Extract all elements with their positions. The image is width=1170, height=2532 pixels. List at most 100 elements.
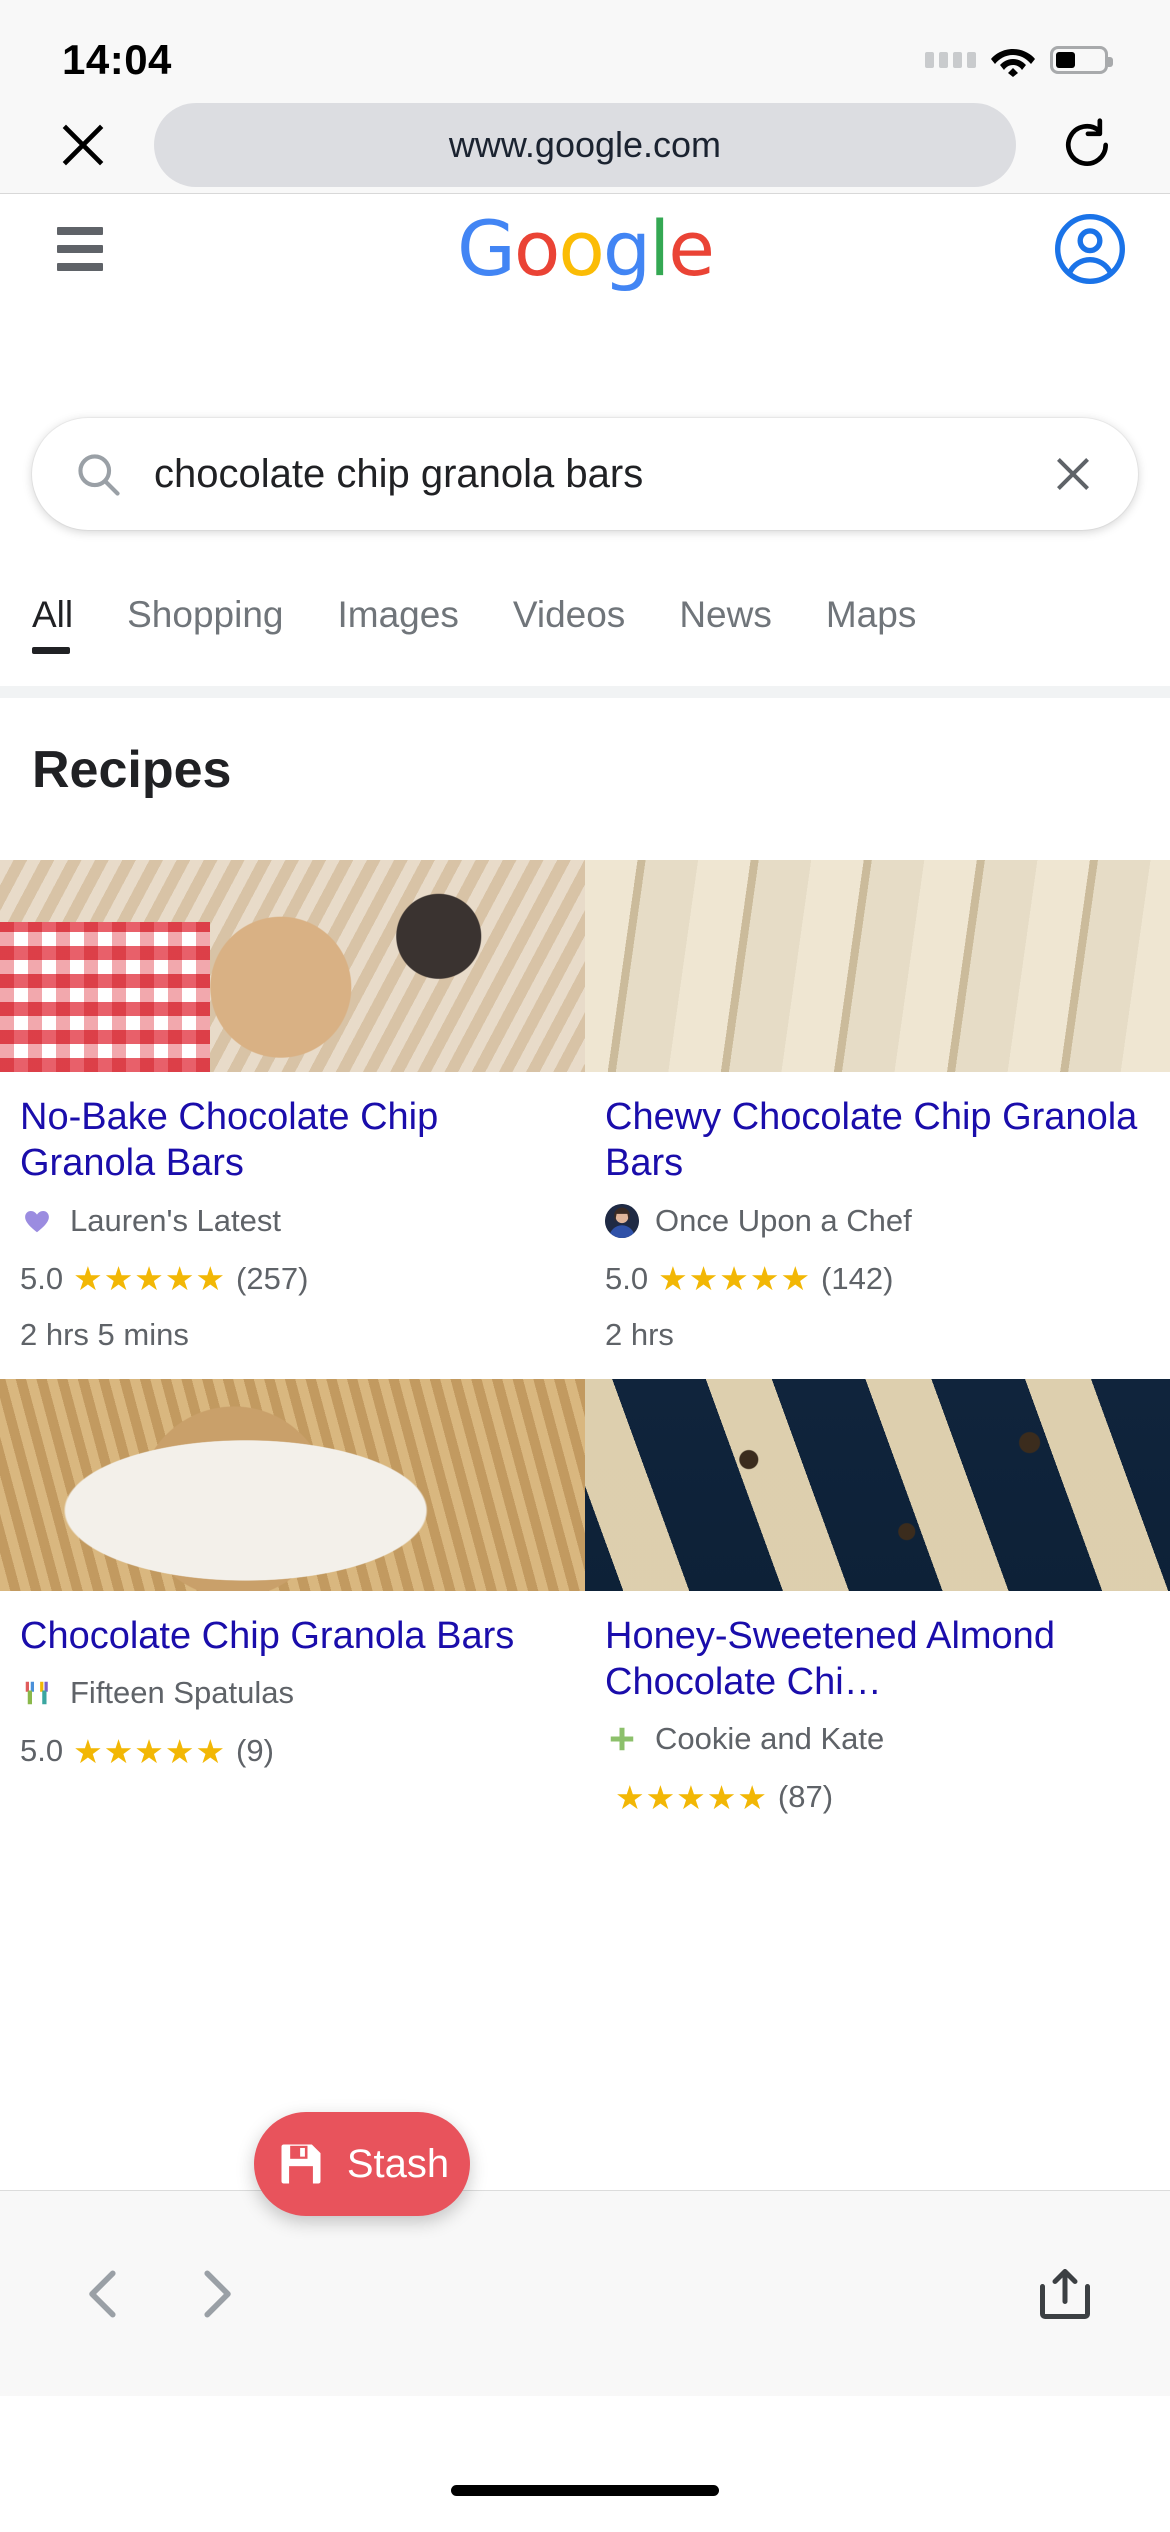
tab-maps[interactable]: Maps (826, 580, 916, 658)
star-rating-icon: ★★★★★ (615, 1778, 768, 1816)
recipe-card[interactable]: Chocolate Chip Granola Bars Fifteen Spat… (0, 1378, 585, 1842)
recipe-source: Fifteen Spatulas (20, 1675, 559, 1711)
utensils-icon (20, 1676, 54, 1710)
reload-button[interactable] (1044, 102, 1130, 188)
browser-bottom-bar (0, 2190, 1170, 2396)
recipe-title[interactable]: Honey-Sweetened Almond Chocolate Chi… (605, 1613, 1144, 1706)
battery-icon (1050, 46, 1113, 74)
tab-all[interactable]: All (32, 580, 73, 658)
rating-value: 5.0 (605, 1260, 649, 1296)
recipe-time: 2 hrs (605, 1316, 674, 1352)
wifi-icon (991, 49, 1035, 77)
mobile-browser-screen: 14:04 www.google.com G o o g l e chocola… (0, 0, 1170, 2532)
recipe-image[interactable] (585, 860, 1170, 1072)
star-rating-icon: ★★★★★ (658, 1260, 812, 1298)
chevron-right-icon (204, 2269, 231, 2318)
tab-images[interactable]: Images (338, 580, 459, 658)
tab-label: Maps (825, 594, 917, 635)
recipe-source: Lauren's Latest (20, 1203, 559, 1239)
open-external-button[interactable] (1010, 2239, 1120, 2349)
recipe-title[interactable]: Chocolate Chip Granola Bars (20, 1613, 559, 1659)
account-button[interactable] (1050, 209, 1130, 289)
hamburger-menu-icon[interactable] (40, 209, 120, 289)
open-external-icon (1040, 2268, 1090, 2319)
tab-shopping[interactable]: Shopping (127, 580, 283, 658)
back-button[interactable] (50, 2239, 160, 2349)
recipe-grid: No-Bake Chocolate Chip Granola Bars Laur… (0, 860, 1170, 1842)
logo-letter: o (558, 204, 604, 293)
recipe-source-name: Fifteen Spatulas (70, 1675, 295, 1711)
review-count: (87) (777, 1779, 834, 1815)
stash-button[interactable]: Stash (254, 2112, 470, 2216)
recipe-rating: 5.0 ★★★★★ (9) (20, 1733, 559, 1769)
recipe-card-body: No-Bake Chocolate Chip Granola Bars Laur… (0, 1072, 585, 1379)
logo-letter: g (602, 204, 651, 293)
star-rating-icon: ★★★★★ (73, 1732, 227, 1770)
recipe-source: Cookie and Kate (605, 1721, 1144, 1757)
chevron-left-icon (89, 2269, 116, 2318)
tab-videos[interactable]: Videos (513, 580, 625, 658)
purple-heart-icon (20, 1204, 54, 1238)
recipe-card-body: Honey-Sweetened Almond Chocolate Chi… Co… (585, 1591, 1170, 1842)
green-plus-icon (605, 1722, 639, 1756)
recipe-source: Once Upon a Chef (605, 1203, 1144, 1239)
forward-button[interactable] (160, 2239, 270, 2349)
recipe-source-name: Lauren's Latest (70, 1202, 282, 1238)
recipe-row: Chocolate Chip Granola Bars Fifteen Spat… (0, 1378, 1170, 1842)
tab-label: All (32, 594, 74, 635)
recipe-image[interactable] (0, 1378, 585, 1591)
tab-news[interactable]: News (679, 580, 772, 658)
browser-toolbar: www.google.com (0, 96, 1170, 194)
recipe-card-body: Chewy Chocolate Chip Granola Bars Once U… (585, 1072, 1170, 1379)
recipe-source-name: Once Upon a Chef (655, 1202, 912, 1238)
review-count: (142) (821, 1260, 894, 1296)
recipe-card[interactable]: Honey-Sweetened Almond Chocolate Chi… Co… (585, 1378, 1170, 1842)
status-bar: 14:04 (0, 0, 1170, 96)
search-icon-wrap (72, 448, 136, 500)
logo-letter: o (513, 204, 560, 293)
logo-letter: l (649, 204, 670, 293)
account-avatar-icon (1054, 214, 1125, 284)
recipe-card[interactable]: Chewy Chocolate Chip Granola Bars Once U… (585, 860, 1170, 1379)
review-count: (9) (236, 1733, 274, 1769)
search-bar[interactable]: chocolate chip granola bars (32, 418, 1138, 530)
page-title: Recipes (32, 741, 232, 799)
recipe-image[interactable] (585, 1378, 1170, 1591)
recipe-card[interactable]: No-Bake Chocolate Chip Granola Bars Laur… (0, 860, 585, 1379)
save-floppy-icon (281, 2144, 321, 2184)
tab-label: News (679, 594, 772, 635)
tab-label: Shopping (127, 594, 284, 635)
recipe-rating: 5.0 ★★★★★ (142) (605, 1261, 1144, 1297)
signal-dots-icon (925, 52, 976, 68)
recipe-card-body: Chocolate Chip Granola Bars Fifteen Spat… (0, 1591, 585, 1795)
star-rating-icon: ★★★★★ (73, 1260, 227, 1298)
url-bar[interactable]: www.google.com (154, 102, 1016, 187)
home-indicator (451, 2485, 719, 2496)
search-tabs: All Shopping Images Videos News Maps (0, 580, 1170, 688)
tabs-divider (0, 686, 1170, 698)
recipe-row: No-Bake Chocolate Chip Granola Bars Laur… (0, 860, 1170, 1379)
recipe-rating: ★★★★★ (87) (605, 1779, 1144, 1815)
review-count: (257) (236, 1260, 309, 1296)
logo-letter: G (456, 204, 516, 293)
close-icon (62, 124, 104, 165)
recipe-image[interactable] (0, 860, 585, 1072)
google-logo[interactable]: G o o g l e (456, 204, 715, 293)
close-browser-button[interactable] (40, 102, 126, 188)
google-header: G o o g l e (0, 194, 1170, 304)
recipe-title[interactable]: No-Bake Chocolate Chip Granola Bars (20, 1094, 559, 1187)
recipe-title[interactable]: Chewy Chocolate Chip Granola Bars (605, 1094, 1144, 1187)
status-time: 14:04 (62, 36, 172, 83)
url-text: www.google.com (448, 123, 722, 165)
stash-label: Stash (346, 2141, 450, 2186)
chef-portrait-icon (605, 1203, 639, 1238)
close-icon (1057, 458, 1089, 490)
status-indicators (925, 43, 1113, 77)
rating-value: 5.0 (20, 1260, 64, 1296)
search-input[interactable]: chocolate chip granola bars (136, 452, 1034, 497)
tab-label: Videos (512, 594, 626, 635)
clear-search-button[interactable] (1034, 449, 1098, 499)
logo-letter: e (668, 204, 715, 293)
recipe-time: 2 hrs 5 mins (20, 1316, 189, 1352)
reload-icon (1066, 117, 1108, 166)
